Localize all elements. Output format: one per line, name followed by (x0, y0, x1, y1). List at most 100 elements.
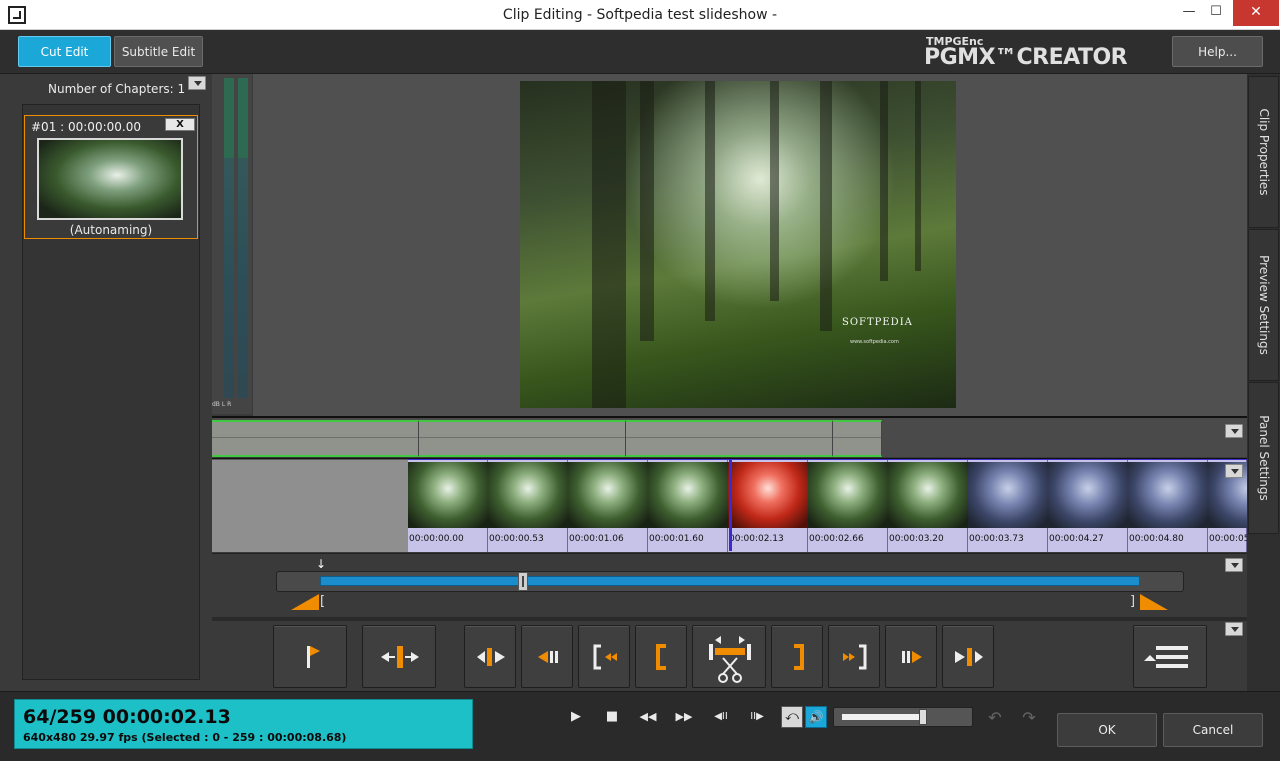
maximize-button[interactable]: ☐ (1199, 0, 1233, 26)
meter-labels: dB L R (212, 401, 232, 408)
undo-icon[interactable]: ↶ (984, 707, 1006, 729)
add-chapter-button[interactable] (273, 625, 347, 688)
fast-forward-button[interactable]: ▶▶ (670, 705, 698, 729)
move-chapter-button[interactable] (362, 625, 436, 688)
tab-clip-properties[interactable]: Clip Properties (1248, 76, 1279, 228)
position-arrow-icon: ↓ (316, 557, 327, 571)
set-in-point-button[interactable] (635, 625, 687, 688)
chapter-item[interactable]: #01 : 00:00:00.00 X (Autonaming) (24, 115, 198, 239)
cancel-button[interactable]: Cancel (1163, 713, 1263, 747)
go-to-out-point-icon (843, 644, 867, 670)
video-info-readout: 640x480 29.97 fps (Selected : 0 - 259 : … (23, 731, 347, 744)
delete-chapter-button[interactable]: X (165, 118, 195, 131)
chapter-list: #01 : 00:00:00.00 X (Autonaming) (22, 104, 200, 680)
previous-frame-button[interactable] (521, 625, 573, 688)
frame-time-readout: 64/259 00:00:02.13 (23, 706, 231, 728)
chapter-track-dropdown-icon[interactable] (1225, 424, 1243, 438)
timeline-frame[interactable]: 00:00:00.53 (488, 460, 568, 552)
cut-button[interactable] (692, 625, 766, 688)
chapter-name: (Autonaming) (69, 223, 153, 237)
go-to-end-button[interactable] (942, 625, 994, 688)
chapter-panel: Number of Chapters: 1 #01 : 00:00:00.00 … (12, 74, 210, 688)
step-back-button[interactable]: ◀II (707, 705, 735, 729)
seek-area-dropdown-icon[interactable] (1225, 558, 1243, 572)
timeline-frame[interactable]: 00:00:03.20 (888, 460, 968, 552)
previous-frame-icon (538, 651, 558, 663)
title-bar: Clip Editing - Softpedia test slideshow … (0, 0, 1280, 30)
tab-preview-settings[interactable]: Preview Settings (1248, 229, 1279, 381)
timeline-frame[interactable]: 00:00:02.13 (728, 460, 808, 552)
frame-timestamp: 00:00:03.73 (969, 534, 1024, 544)
go-to-start-button[interactable] (464, 625, 516, 688)
preview-watermark-url: www.softpedia.com (850, 339, 899, 345)
tab-panel-settings[interactable]: Panel Settings (1248, 382, 1279, 534)
out-bracket-icon: ] (1130, 594, 1136, 609)
video-preview[interactable]: SOFTPEDIA www.softpedia.com (520, 81, 956, 408)
frame-thumbnail (968, 462, 1048, 528)
selection-range-bar[interactable] (320, 576, 1140, 586)
set-out-point-button[interactable] (771, 625, 823, 688)
chapter-thumbnail (37, 138, 183, 220)
audio-level-meter: dB L R (212, 74, 252, 414)
speaker-icon[interactable]: 🔊 (805, 706, 827, 728)
step-forward-button[interactable]: II▶ (743, 705, 771, 729)
timeline-frame[interactable]: 00:00:01.60 (648, 460, 728, 552)
redo-icon[interactable]: ↷ (1018, 707, 1040, 729)
timeline-dropdown-icon[interactable] (1225, 464, 1243, 478)
frame-thumbnail (888, 462, 968, 528)
in-point-marker-icon[interactable] (291, 594, 319, 610)
out-point-marker-icon[interactable] (1140, 594, 1168, 610)
chapter-segment (626, 420, 833, 457)
rewind-button[interactable]: ◀◀ (634, 705, 662, 729)
frame-thumbnail (1128, 462, 1208, 528)
frame-timestamp: 00:00:00.53 (489, 534, 544, 544)
frame-timestamp: 00:00:04.27 (1049, 534, 1104, 544)
edit-controls-dropdown-icon[interactable] (1225, 622, 1243, 636)
frame-thumbnail (648, 462, 728, 528)
help-button[interactable]: Help... (1172, 36, 1263, 67)
timeline-frame[interactable]: 00:00:03.73 (968, 460, 1048, 552)
timeline-frame[interactable]: 00:00:01.06 (568, 460, 648, 552)
close-window-button[interactable]: ✕ (1233, 0, 1279, 26)
go-to-in-point-button[interactable] (578, 625, 630, 688)
side-tabs: Clip Properties Preview Settings Panel S… (1247, 74, 1280, 691)
timeline-frame[interactable]: 00:00:02.66 (808, 460, 888, 552)
frame-timestamp: 00:00:00.00 (409, 534, 464, 544)
stop-button[interactable]: ■ (600, 705, 624, 729)
toolbar: Cut Edit Subtitle Edit TMPGEnc PGMX™CREA… (0, 30, 1280, 74)
frame-thumbnail (568, 462, 648, 528)
frame-timestamp: 00:00:01.06 (569, 534, 624, 544)
timeline-frame[interactable]: 00:00:04.27 (1048, 460, 1128, 552)
chapter-track[interactable] (212, 416, 1247, 457)
set-in-point-icon (656, 644, 666, 670)
chapter-segment (419, 420, 626, 457)
list-menu-icon (1144, 646, 1188, 668)
frame-timestamp: 00:00:03.20 (889, 534, 944, 544)
preview-watermark: SOFTPEDIA (842, 317, 913, 328)
frame-timestamp: 00:00:01.60 (649, 534, 704, 544)
frame-thumbnail (728, 462, 808, 528)
chapter-title: #01 : 00:00:00.00 (31, 120, 141, 134)
clip-editing-window: Clip Editing - Softpedia test slideshow … (0, 0, 1280, 761)
frame-thumbnail (488, 462, 568, 528)
loop-toggle[interactable]: ⤺ (781, 706, 803, 728)
window-title: Clip Editing - Softpedia test slideshow … (502, 7, 778, 23)
timeline-frame[interactable]: 00:00:04.80 (1128, 460, 1208, 552)
meter-left-channel (224, 78, 234, 398)
timeline-cursor[interactable] (729, 459, 732, 551)
ok-button[interactable]: OK (1057, 713, 1157, 747)
next-frame-button[interactable] (885, 625, 937, 688)
seek-handle[interactable] (517, 572, 528, 591)
chapter-segment (833, 420, 882, 457)
chapter-panel-dropdown-icon[interactable] (188, 76, 206, 90)
subtitle-edit-tab[interactable]: Subtitle Edit (114, 36, 203, 67)
next-frame-icon (902, 651, 922, 663)
play-button[interactable]: ▶ (564, 705, 588, 729)
timeline-leading-space (212, 460, 408, 552)
cut-edit-tab[interactable]: Cut Edit (18, 36, 111, 67)
go-to-out-point-button[interactable] (828, 625, 880, 688)
chapter-list-menu-button[interactable] (1133, 625, 1207, 688)
frame-thumbnail (808, 462, 888, 528)
volume-handle[interactable] (919, 709, 927, 725)
timeline-frame[interactable]: 00:00:00.00 (408, 460, 488, 552)
